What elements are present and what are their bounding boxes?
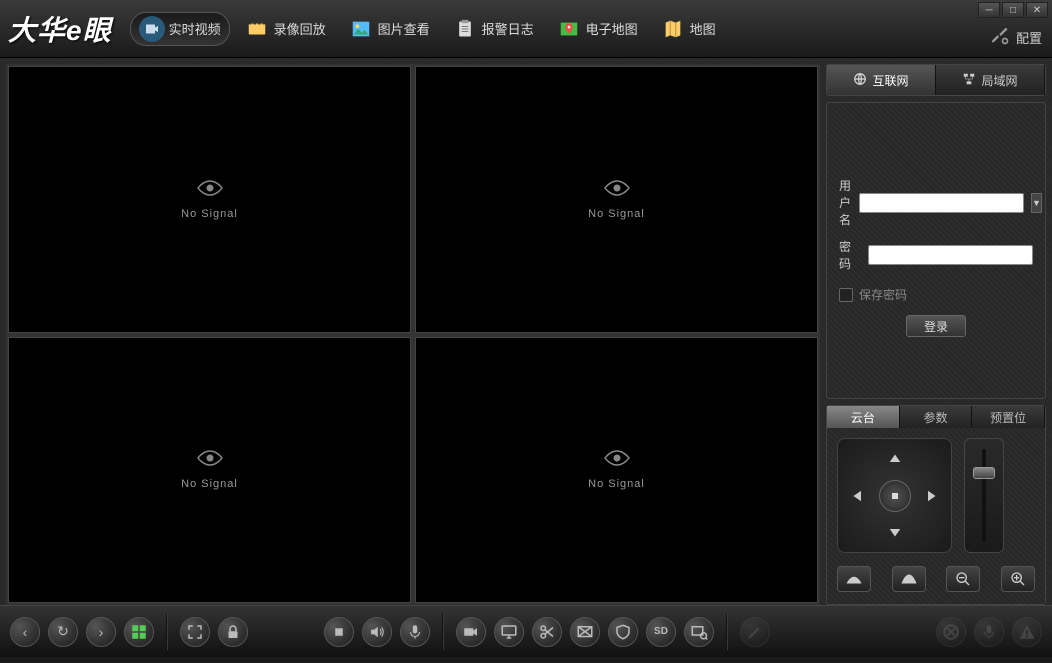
sd-button[interactable]: SD: [646, 617, 676, 647]
tab-label: 互联网: [872, 72, 908, 89]
eye-icon: [196, 449, 224, 472]
lan-icon: [962, 72, 976, 89]
nav-picture[interactable]: 图片查看: [340, 12, 438, 46]
snip-button[interactable]: [532, 617, 562, 647]
password-input[interactable]: [868, 245, 1033, 265]
refresh-button[interactable]: ↻: [48, 617, 78, 647]
cancel-button: [936, 617, 966, 647]
ptz-up[interactable]: [881, 445, 909, 473]
nav-label: 录像回放: [274, 19, 326, 38]
nav-alarm-log[interactable]: 报警日志: [444, 12, 542, 46]
ptz-dpad: [837, 438, 952, 553]
no-signal-text: No Signal: [588, 478, 645, 490]
map-icon: [660, 16, 686, 42]
main-area: No Signal No Signal No Signal No Signal: [0, 58, 1052, 605]
maximize-button[interactable]: □: [1002, 2, 1024, 18]
zoom-in[interactable]: [1001, 566, 1035, 592]
slider-thumb[interactable]: [973, 467, 995, 479]
ptz-panel: 云台 参数 预置位: [826, 405, 1046, 605]
nav-playback[interactable]: 录像回放: [236, 12, 334, 46]
no-signal-text: No Signal: [181, 478, 238, 490]
pen-button: [740, 617, 770, 647]
app-logo: 大华e眼: [8, 9, 112, 49]
nav-label: 电子地图: [586, 19, 638, 38]
ptz-stop[interactable]: [879, 480, 911, 512]
iris-open[interactable]: [892, 566, 926, 592]
tab-params[interactable]: 参数: [900, 406, 973, 428]
side-panel: 互联网 局域网 用户名 ▼ 密码: [826, 64, 1046, 605]
alert-button: [1012, 617, 1042, 647]
video-icon: [139, 16, 165, 42]
tab-lan[interactable]: 局域网: [936, 65, 1045, 95]
nav-live-video[interactable]: 实时视频: [130, 12, 230, 46]
window-controls: ─ □ ✕: [978, 2, 1048, 18]
nav-emap[interactable]: 电子地图: [548, 12, 646, 46]
close-button[interactable]: ✕: [1026, 2, 1048, 18]
video-cell-4[interactable]: No Signal: [415, 337, 818, 604]
layout-button[interactable]: [124, 617, 154, 647]
prev-page-button[interactable]: ‹: [10, 617, 40, 647]
username-input[interactable]: [859, 193, 1024, 213]
ezoom-button[interactable]: [684, 617, 714, 647]
minimize-button[interactable]: ─: [978, 2, 1000, 18]
stop-button[interactable]: [324, 617, 354, 647]
record-button[interactable]: [456, 617, 486, 647]
eye-icon: [196, 179, 224, 202]
video-cell-2[interactable]: No Signal: [415, 66, 818, 333]
globe-icon: [853, 72, 867, 89]
save-password-label: 保存密码: [859, 286, 907, 303]
video-grid: No Signal No Signal No Signal No Signal: [6, 64, 820, 605]
login-button[interactable]: 登录: [906, 315, 966, 337]
eye-icon: [603, 449, 631, 472]
tab-ptz[interactable]: 云台: [827, 406, 900, 428]
titlebar: 大华e眼 实时视频 录像回放 图片查看 报警日志: [0, 0, 1052, 58]
save-password-checkbox[interactable]: [839, 288, 853, 302]
config-label: 配置: [1016, 28, 1042, 47]
nav-label: 图片查看: [378, 19, 430, 38]
ptz-speed-slider[interactable]: [964, 438, 1004, 553]
volume-button[interactable]: [362, 617, 392, 647]
config-button[interactable]: 配置: [990, 26, 1042, 49]
mic2-button: [974, 617, 1004, 647]
eye-icon: [603, 179, 631, 202]
network-tabs: 互联网 局域网: [826, 64, 1046, 96]
video-cell-1[interactable]: No Signal: [8, 66, 411, 333]
emap-icon: [556, 16, 582, 42]
nav-label: 实时视频: [169, 19, 221, 38]
username-dropdown[interactable]: ▼: [1031, 193, 1042, 213]
lock-button[interactable]: [218, 617, 248, 647]
tools-icon: [990, 26, 1010, 49]
tab-preset[interactable]: 预置位: [972, 406, 1045, 428]
nav-map[interactable]: 地图: [652, 12, 724, 46]
nav-label: 报警日志: [482, 19, 534, 38]
nav-label: 地图: [690, 19, 716, 38]
video-cell-3[interactable]: No Signal: [8, 337, 411, 604]
iris-close[interactable]: [837, 566, 871, 592]
no-signal-text: No Signal: [588, 208, 645, 220]
picture-icon: [348, 16, 374, 42]
ptz-left[interactable]: [844, 482, 872, 510]
password-label: 密码: [839, 238, 860, 272]
shield-button[interactable]: [608, 617, 638, 647]
monitor-button[interactable]: [494, 617, 524, 647]
next-page-button[interactable]: ›: [86, 617, 116, 647]
ptz-right[interactable]: [917, 482, 945, 510]
film-icon: [244, 16, 270, 42]
tab-label: 局域网: [981, 72, 1017, 89]
tab-internet[interactable]: 互联网: [827, 65, 936, 95]
clipboard-icon: [452, 16, 478, 42]
fullscreen-button[interactable]: [180, 617, 210, 647]
screen-cut-button[interactable]: [570, 617, 600, 647]
login-panel: 用户名 ▼ 密码 保存密码 登录: [826, 102, 1046, 399]
main-nav: 实时视频 录像回放 图片查看 报警日志 电子地图: [130, 12, 724, 46]
username-label: 用户名: [839, 177, 851, 228]
mic-button[interactable]: [400, 617, 430, 647]
no-signal-text: No Signal: [181, 208, 238, 220]
zoom-out[interactable]: [946, 566, 980, 592]
ptz-down[interactable]: [881, 518, 909, 546]
footer-toolbar: ‹ ↻ › SD: [0, 605, 1052, 657]
